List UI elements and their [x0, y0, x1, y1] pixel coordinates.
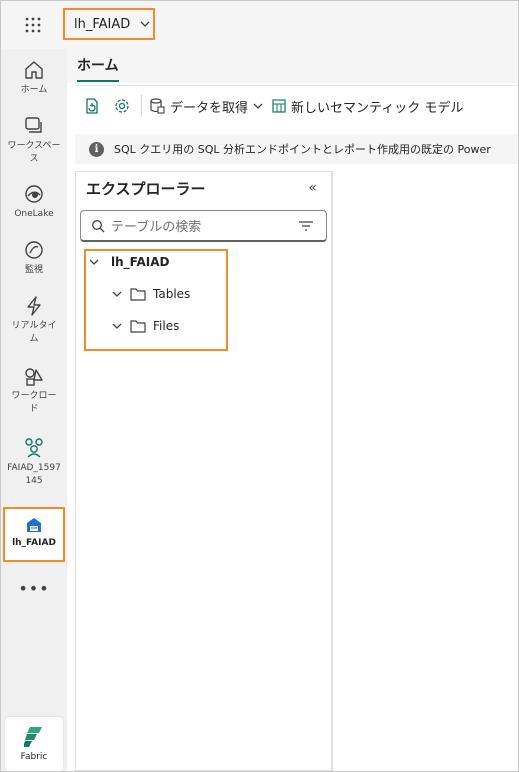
refresh-icon[interactable]: [79, 93, 105, 119]
nav-workspace-faiad[interactable]: FAIAD_1597145: [1, 435, 67, 488]
app-window: lh_FAIAD ホーム ワークスペース OneLake 監視 リアルタイム ワ…: [0, 0, 519, 772]
chevron-down-icon: [112, 323, 122, 329]
main-area: ホーム データを取得 新しいセマンティック モデル i SQL クエリ用の SQ…: [67, 49, 518, 771]
info-text: SQL クエリ用の SQL 分析エンドポイントとレポート作成用の既定の Powe…: [114, 143, 491, 156]
nav-workloads-label: ワークロード: [11, 391, 57, 414]
content-pane: [332, 171, 518, 771]
tab-bar: ホーム: [67, 49, 518, 83]
collapse-pane-icon[interactable]: «: [308, 180, 317, 196]
explorer-title: エクスプローラー: [86, 180, 206, 198]
nav-onelake-label: OneLake: [14, 209, 54, 219]
explorer-tree: lh_FAIAD Tables Files: [84, 249, 228, 351]
chevron-down-icon: [89, 259, 99, 265]
app-launcher-icon[interactable]: [23, 15, 43, 35]
lakehouse-icon: [27, 518, 41, 532]
tree-item-root[interactable]: lh_FAIAD: [89, 255, 169, 269]
nav-workspace-faiad-label: FAIAD_1597145: [7, 463, 61, 486]
workspaces-icon: [25, 117, 42, 133]
nav-real-time[interactable]: リアルタイム: [1, 295, 67, 346]
info-icon: i: [89, 141, 104, 157]
tree-item-files[interactable]: Files: [112, 319, 179, 333]
more-options-icon[interactable]: •••: [1, 579, 67, 598]
info-bar: i SQL クエリ用の SQL 分析エンドポイントとレポート作成用の既定の Po…: [75, 134, 518, 164]
new-semantic-model-button[interactable]: 新しいセマンティック モデル: [271, 97, 463, 116]
nav-workloads[interactable]: ワークロード: [1, 365, 67, 416]
database-icon: [150, 98, 165, 114]
home-icon: [25, 61, 43, 79]
nav-home[interactable]: ホーム: [1, 59, 67, 97]
nav-home-label: ホーム: [20, 85, 48, 95]
workloads-icon: [25, 368, 43, 386]
get-data-button[interactable]: データを取得: [148, 97, 263, 116]
nav-onelake[interactable]: OneLake: [1, 183, 67, 221]
folder-icon: [130, 320, 146, 333]
nav-workspaces-label: ワークスペース: [7, 141, 61, 164]
chevron-down-icon: [112, 291, 122, 297]
explorer-pane: エクスプローラー « テーブルの検索 lh_FAIAD Tables Files: [75, 171, 332, 771]
folder-icon: [130, 288, 146, 301]
filter-icon[interactable]: [298, 220, 314, 232]
settings-icon[interactable]: [109, 93, 135, 119]
get-data-label: データを取得: [170, 100, 249, 116]
onelake-icon: [25, 185, 43, 203]
left-nav-rail: ホーム ワークスペース OneLake 監視 リアルタイム ワークロード FAI…: [1, 49, 67, 771]
monitor-icon: [25, 241, 43, 259]
top-bar: lh_FAIAD: [1, 1, 518, 49]
fabric-logo-icon: [24, 727, 42, 747]
nav-active-lakehouse[interactable]: lh_FAIAD: [3, 507, 65, 562]
new-semantic-model-label: 新しいセマンティック モデル: [291, 100, 464, 116]
fabric-switcher[interactable]: Fabric: [5, 717, 63, 771]
search-placeholder: テーブルの検索: [111, 220, 202, 235]
tree-tables-label: Tables: [153, 287, 191, 301]
fabric-label: Fabric: [20, 752, 48, 762]
tab-home[interactable]: ホーム: [77, 55, 119, 82]
workspace-item-switcher[interactable]: lh_FAIAD: [63, 8, 155, 40]
semantic-model-icon: [272, 99, 286, 113]
nav-active-label: lh_FAIAD: [12, 538, 56, 548]
nav-monitor[interactable]: 監視: [1, 239, 67, 277]
nav-workspaces[interactable]: ワークスペース: [1, 115, 67, 166]
ribbon-separator: [141, 95, 142, 117]
tree-root-label: lh_FAIAD: [111, 255, 170, 269]
ribbon-toolbar: データを取得 新しいセマンティック モデル: [75, 85, 518, 126]
chevron-down-icon: [140, 21, 150, 27]
nav-real-time-label: リアルタイム: [11, 321, 57, 344]
nav-monitor-label: 監視: [24, 265, 43, 275]
workspace-people-icon: [25, 438, 43, 458]
tree-files-label: Files: [153, 319, 180, 333]
search-icon: [92, 219, 105, 232]
tree-item-tables[interactable]: Tables: [112, 287, 190, 301]
chevron-down-icon: [253, 103, 263, 109]
workspace-item-name: lh_FAIAD: [74, 16, 131, 32]
real-time-icon: [27, 296, 41, 316]
table-search-input[interactable]: テーブルの検索: [80, 210, 327, 242]
